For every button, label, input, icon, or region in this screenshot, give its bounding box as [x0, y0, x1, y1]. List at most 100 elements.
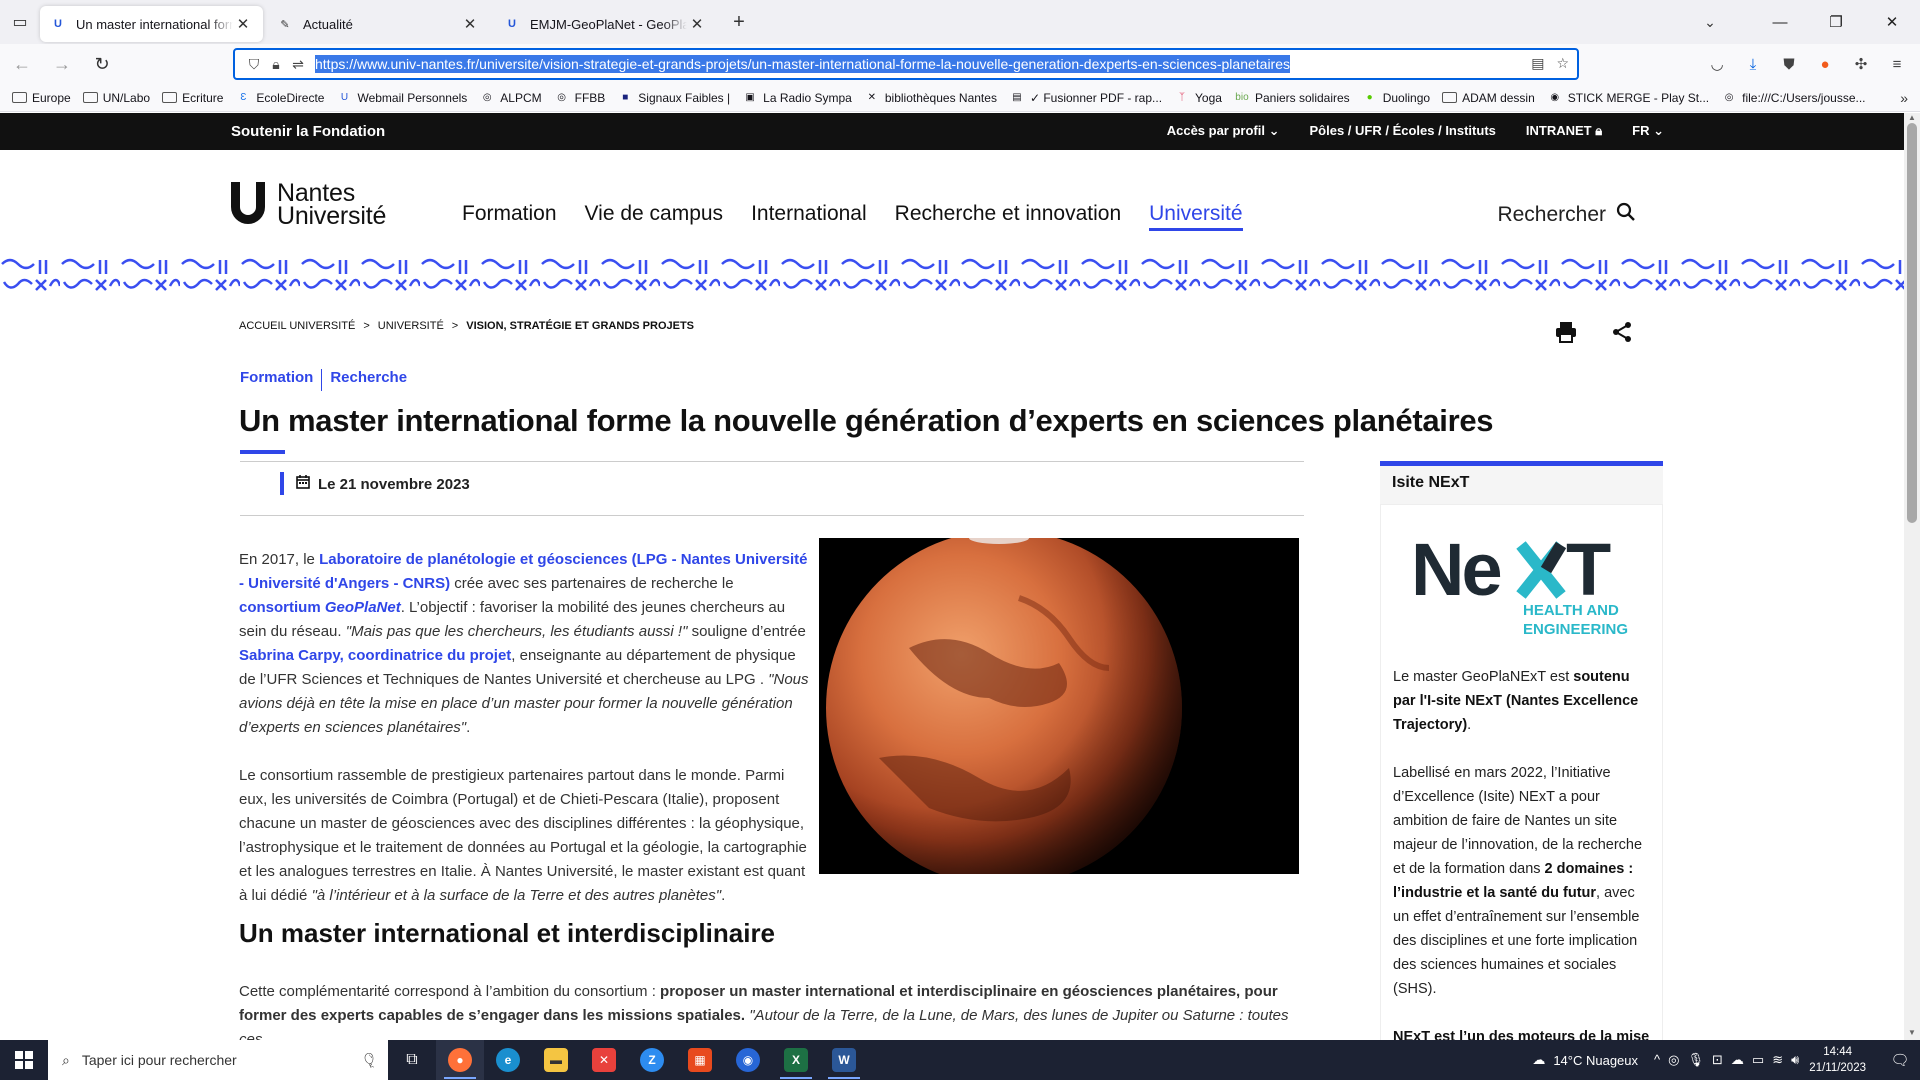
print-icon[interactable] [1552, 318, 1580, 346]
explorer-app[interactable]: ▬ [532, 1040, 580, 1080]
volume-icon[interactable]: 🔊︎ [1791, 1052, 1799, 1068]
reload-icon[interactable]: ↻ [84, 48, 120, 80]
address-bar[interactable]: ⛉ 🔒︎ ⇌ https://www.univ-nantes.fr/univer… [233, 48, 1579, 80]
restore-icon[interactable]: ❐ [1808, 0, 1864, 44]
window-controls: — ❐ ✕ [1752, 0, 1920, 44]
tag-formation[interactable]: Formation [240, 369, 313, 391]
bio-icon: bio [1235, 92, 1249, 103]
bookmark-item[interactable]: ▤ ✓ Fusionner PDF - rap... [1009, 91, 1162, 105]
task-view-icon[interactable]: ⧉ [388, 1040, 436, 1080]
bookmark-item[interactable]: Ɛ EcoleDirecte [235, 91, 324, 105]
tag-recherche[interactable]: Recherche [330, 369, 407, 391]
url-text[interactable]: https://www.univ-nantes.fr/universite/vi… [315, 55, 1290, 73]
bookmark-item[interactable]: UN/Labo [82, 91, 150, 105]
bookmark-item[interactable]: U Webmail Personnels [336, 91, 467, 105]
permissions-icon[interactable]: ⇌ [287, 56, 309, 73]
windows-start-icon[interactable] [0, 1040, 48, 1080]
excel-app[interactable]: X [772, 1040, 820, 1080]
app-blue[interactable]: ◉ [724, 1040, 772, 1080]
sabrina-carpy-link[interactable]: Sabrina Carpy, coordinatrice du projet [239, 647, 511, 664]
edge-app[interactable]: e [484, 1040, 532, 1080]
intranet-link[interactable]: INTRANET 🔒︎ [1526, 123, 1602, 139]
tab-3[interactable]: U EMJM-GeoPlaNet - GeoPlaNet ✕ [494, 6, 717, 42]
zotero-app[interactable]: Z [628, 1040, 676, 1080]
network-icon[interactable]: ⊡ [1712, 1052, 1723, 1068]
geoplanet-link[interactable]: consortium GeoPlaNet [239, 599, 401, 616]
clock[interactable]: 14:44 21/11/2023 [1809, 1044, 1866, 1076]
close-icon[interactable]: ✕ [687, 15, 707, 33]
close-icon[interactable]: ✕ [460, 15, 480, 33]
firefox-app[interactable]: ● [436, 1040, 484, 1080]
lpg-link[interactable]: Laboratoire de planétologie et géoscienc… [239, 551, 808, 592]
weather-widget[interactable]: ☁ 14°C Nuageux [1532, 1052, 1638, 1068]
breadcrumb-item[interactable]: ACCUEIL UNIVERSITÉ [239, 320, 355, 332]
shield-icon[interactable]: ⛉ [243, 56, 265, 73]
menu-vie-de-campus[interactable]: Vie de campus [585, 202, 724, 231]
fondation-link[interactable]: Soutenir la Fondation [231, 123, 385, 140]
shield-extension-icon[interactable]: ⛊ [1774, 49, 1804, 79]
bookmark-item[interactable]: ◉ STICK MERGE - Play St... [1547, 91, 1709, 105]
close-window-icon[interactable]: ✕ [1864, 0, 1920, 44]
microphone-icon[interactable]: 🎙︎ [1687, 1052, 1704, 1068]
bookmark-item[interactable]: ● Duolingo [1362, 91, 1430, 105]
scroll-down-icon[interactable]: ▼ [1904, 1028, 1920, 1040]
poles-link[interactable]: Pôles / UFR / Écoles / Instituts [1310, 123, 1496, 139]
chevron-up-icon[interactable]: ^ [1654, 1052, 1660, 1068]
nantes-universite-logo[interactable]: Nantes Université [231, 181, 386, 229]
menu-icon[interactable]: ≡ [1882, 49, 1912, 79]
search-button[interactable]: Rechercher [1497, 202, 1636, 228]
bookmark-item[interactable]: ▣ La Radio Sympa [742, 91, 851, 105]
taskbar-search[interactable]: ⌕ Taper ici pour rechercher 🎈︎ [48, 1040, 388, 1080]
tab-2[interactable]: ✎ Actualité ✕ [267, 6, 490, 42]
menu-recherche[interactable]: Recherche et innovation [895, 202, 1121, 231]
camera-icon[interactable]: ◎ [1668, 1052, 1679, 1068]
bookmark-item[interactable]: ◎ file:///C:/Users/jousse... [1721, 91, 1866, 105]
bookmark-item[interactable]: Ecriture [162, 91, 223, 105]
word-app[interactable]: W [820, 1040, 868, 1080]
share-icon[interactable] [1608, 318, 1636, 346]
pocket-icon[interactable]: ◡ [1702, 49, 1732, 79]
language-select[interactable]: FR ⌄ [1632, 123, 1664, 139]
reader-mode-icon[interactable]: ▤ [1531, 55, 1544, 72]
back-icon[interactable]: ← [4, 48, 40, 80]
acces-profil-link[interactable]: Accès par profil ⌄ [1167, 123, 1280, 139]
next-logo[interactable]: Ne T HEALTH AND ENGINEERING [1411, 528, 1637, 650]
bookmark-label: Webmail Personnels [357, 90, 468, 105]
minimize-icon[interactable]: — [1752, 0, 1808, 44]
anydesk-app[interactable]: ▦ [676, 1040, 724, 1080]
bookmark-item[interactable]: Europe [12, 91, 71, 105]
xmind-app[interactable]: ✕ [580, 1040, 628, 1080]
bookmark-item[interactable]: ᛉ Yoga [1174, 91, 1222, 105]
bookmark-item[interactable]: ◎ ALPCM [479, 91, 542, 105]
wifi-icon[interactable]: ≋ [1772, 1052, 1783, 1068]
menu-universite[interactable]: Université [1149, 202, 1243, 231]
download-icon[interactable]: ⤓ [1738, 49, 1768, 79]
notifications-icon[interactable]: 🗨︎ [1880, 1051, 1920, 1069]
menu-international[interactable]: International [751, 202, 867, 231]
new-tab-button[interactable]: + [721, 4, 757, 40]
bookmark-item[interactable]: ✕ bibliothèques Nantes [864, 91, 997, 105]
edit-icon: ✎ [280, 18, 290, 31]
bookmark-item[interactable]: bio Paniers solidaires [1234, 91, 1349, 105]
cloud-sync-icon[interactable]: ☁ [1731, 1052, 1744, 1068]
bookmark-item[interactable]: ■ Signaux Faibles | [617, 91, 730, 105]
tab-list-icon[interactable]: ▭ [0, 0, 40, 44]
edge-icon: e [496, 1048, 520, 1072]
close-icon[interactable]: ✕ [233, 15, 253, 33]
lock-icon[interactable]: 🔒︎ [265, 56, 287, 73]
folder-icon: ▬ [544, 1048, 568, 1072]
forward-icon[interactable]: → [44, 48, 80, 80]
menu-formation[interactable]: Formation [462, 202, 557, 231]
extensions-icon[interactable]: ✣ [1846, 49, 1876, 79]
page-scrollbar[interactable]: ▲ ▼ [1904, 113, 1920, 1040]
breadcrumb-item[interactable]: UNIVERSITÉ [378, 320, 444, 332]
bookmarks-overflow-icon[interactable]: » [1900, 90, 1908, 106]
bookmark-star-icon[interactable]: ☆ [1556, 55, 1569, 72]
bookmark-item[interactable]: ◎ FFBB [554, 91, 605, 105]
display-icon[interactable]: ▭ [1752, 1052, 1764, 1068]
tab-1[interactable]: U Un master international forme la nouve… [40, 6, 263, 42]
chevron-down-icon[interactable]: ⌄ [1692, 0, 1728, 44]
scroll-thumb[interactable] [1907, 123, 1917, 523]
bookmark-item[interactable]: ADAM dessin [1442, 91, 1535, 105]
brave-extension-icon[interactable]: ● [1810, 49, 1840, 79]
